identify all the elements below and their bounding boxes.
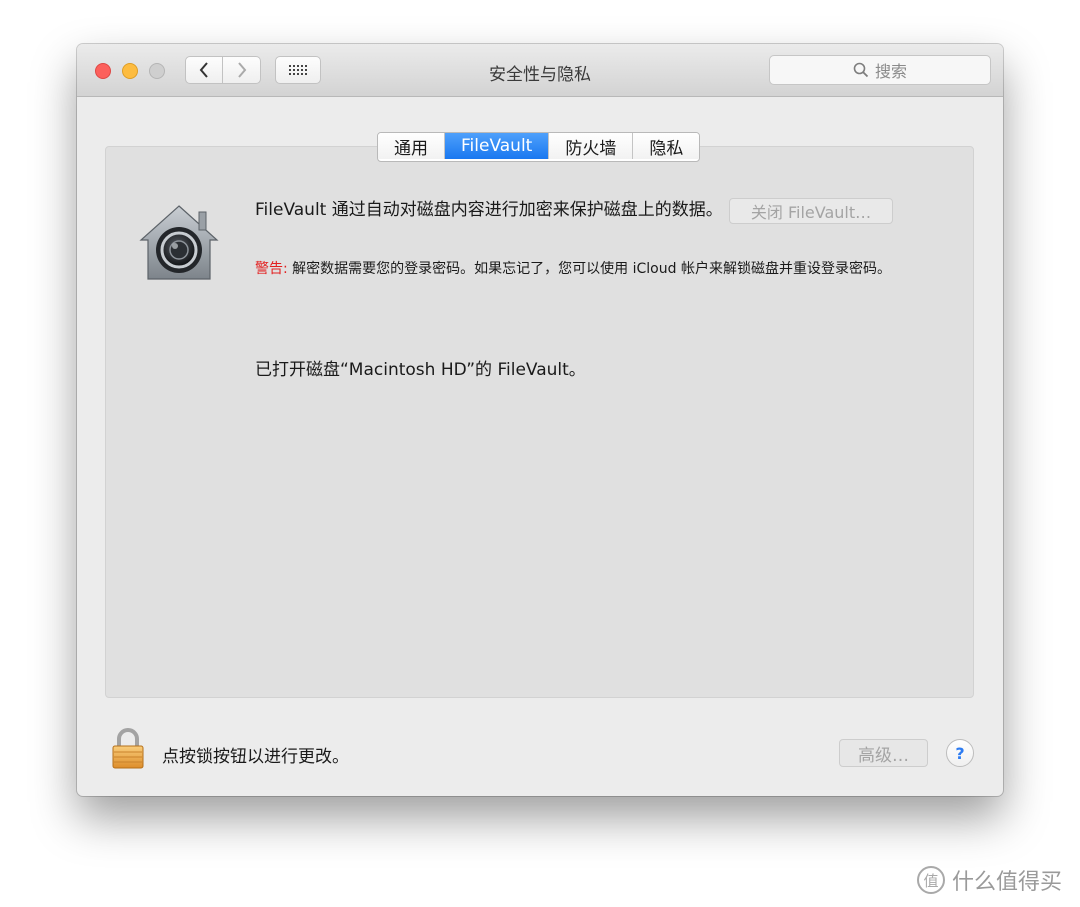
padlock-icon[interactable] xyxy=(111,728,145,770)
title-bar: 安全性与隐私 搜索 xyxy=(77,44,1003,97)
filevault-status: 已打开磁盘“Macintosh HD”的 FileVault。 xyxy=(255,360,586,380)
search-field[interactable]: 搜索 xyxy=(769,55,991,85)
advanced-button[interactable]: 高级… xyxy=(839,739,928,767)
search-icon xyxy=(853,62,869,78)
warning-text: 解密数据需要您的登录密码。如果忘记了，您可以使用 iCloud 帐户来解锁磁盘并… xyxy=(292,261,891,277)
warning-message: 警告: 解密数据需要您的登录密码。如果忘记了，您可以使用 iCloud 帐户来解… xyxy=(255,260,915,278)
lock-hint: 点按锁按钮以进行更改。 xyxy=(162,747,349,767)
search-placeholder: 搜索 xyxy=(874,62,907,81)
filevault-icon xyxy=(139,205,219,280)
svg-text:值: 值 xyxy=(923,872,938,890)
tab-privacy[interactable]: 隐私 xyxy=(633,133,700,159)
tab-firewall[interactable]: 防火墙 xyxy=(549,133,634,159)
tab-general[interactable]: 通用 xyxy=(378,133,445,159)
warning-label: 警告: xyxy=(255,261,288,277)
watermark-logo: 值 xyxy=(917,866,945,894)
preferences-window: 安全性与隐私 搜索 通用 FileVault 防火墙 隐私 FileVault … xyxy=(77,44,1003,796)
filevault-description: FileVault 通过自动对磁盘内容进行加密来保护磁盘上的数据。 xyxy=(255,200,723,220)
watermark: 值 什么值得买 xyxy=(916,864,1062,896)
turn-off-filevault-button[interactable]: 关闭 FileVault… xyxy=(729,198,893,224)
tab-bar: 通用 FileVault 防火墙 隐私 xyxy=(377,132,701,162)
help-button[interactable]: ? xyxy=(946,739,974,767)
watermark-text: 什么值得买 xyxy=(952,870,1063,895)
tab-filevault[interactable]: FileVault xyxy=(445,133,550,159)
content-panel xyxy=(105,146,974,698)
